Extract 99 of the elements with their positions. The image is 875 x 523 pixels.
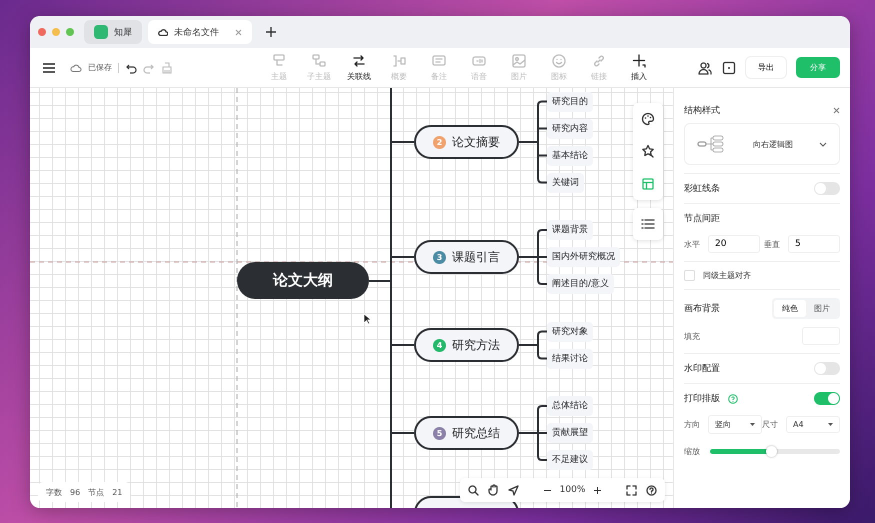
dropdown-icon [828, 423, 833, 426]
node-count: 21 [112, 488, 122, 496]
export-button[interactable]: 导出 [746, 57, 786, 78]
relation-line-icon [351, 53, 367, 69]
toggle-switch[interactable] [814, 182, 840, 195]
app-logo-icon [94, 25, 108, 39]
zoom-level: 100% [560, 485, 586, 495]
segment-option[interactable]: 图片 [806, 300, 838, 317]
toolbar-button[interactable]: 关联线 [342, 53, 376, 82]
dropdown-icon [750, 423, 755, 426]
subtopic-node[interactable]: 课题背景 [547, 220, 593, 240]
scale-slider[interactable] [710, 449, 840, 454]
field-label: 尺寸 [762, 419, 778, 430]
search-icon[interactable] [468, 484, 479, 496]
bracket-connector [518, 229, 548, 285]
fullscreen-icon[interactable] [626, 484, 638, 496]
summary-icon [391, 53, 407, 69]
panel-title: 结构样式 [684, 104, 720, 117]
toggle-switch[interactable] [814, 362, 840, 375]
present-icon[interactable] [722, 60, 736, 74]
subtopic-node[interactable]: 国内外研究概况 [547, 247, 620, 267]
tab-label: 未命名文件 [174, 26, 219, 38]
menu-icon[interactable] [42, 62, 56, 74]
topic-node[interactable]: 3 课题引言 [414, 240, 519, 274]
horizontal-spacing-field[interactable]: 20 [708, 235, 760, 253]
help-icon[interactable] [646, 484, 658, 496]
topic-node[interactable]: 2 论文摘要 [414, 125, 519, 159]
topic-node[interactable]: 5 研究总结 [414, 416, 519, 450]
root-node[interactable]: 论文大纲 [237, 262, 369, 299]
subtopic-node[interactable]: 总体结论 [547, 396, 593, 416]
field-label: 填充 [684, 330, 700, 342]
tab[interactable]: 知犀 [84, 20, 142, 44]
cloud-icon [70, 62, 82, 72]
connector-line [391, 141, 414, 143]
subtopic-node[interactable]: 贡献展望 [547, 423, 593, 443]
cloud-icon [158, 28, 168, 36]
zoom-in-icon[interactable] [594, 486, 602, 494]
connector-line [391, 256, 414, 258]
number-badge: 5 [433, 426, 446, 440]
checkbox[interactable] [684, 270, 695, 281]
link-icon [591, 53, 607, 69]
connector-line [391, 344, 414, 346]
size-select[interactable]: A4 [786, 416, 840, 433]
number-badge: 3 [433, 250, 446, 264]
image-icon [511, 53, 527, 69]
subtopic-node[interactable]: 研究目的 [547, 92, 593, 112]
field-label: 水平 [684, 238, 700, 250]
plus-icon [631, 53, 647, 69]
number-badge: 2 [433, 136, 446, 148]
pointer-icon[interactable] [508, 484, 519, 496]
section-heading: 节点间距 [684, 212, 721, 225]
word-count: 96 [70, 488, 80, 496]
tab-label: 知犀 [114, 26, 132, 38]
subtopic-node[interactable]: 研究对象 [547, 322, 593, 342]
toggle-switch[interactable] [814, 392, 840, 405]
slider-thumb[interactable] [766, 446, 778, 457]
outline-button[interactable] [633, 208, 663, 240]
list-icon [641, 218, 655, 230]
field-label: 缩放 [684, 446, 700, 457]
save-status: 已保存 [88, 62, 112, 73]
hand-icon[interactable] [488, 484, 499, 496]
number-badge: 4 [433, 338, 446, 352]
undo-icon[interactable] [125, 62, 137, 74]
section-heading: 画布背景 [684, 302, 720, 315]
new-tab-icon[interactable] [266, 27, 276, 37]
field-label: 垂直 [764, 238, 780, 250]
connector-line [391, 432, 414, 434]
bracket-connector [518, 405, 548, 461]
checkbox-label: 同级主题对齐 [703, 270, 751, 281]
setting-label: 水印配置 [684, 362, 720, 375]
subtopic-node[interactable]: 关键词 [547, 172, 584, 192]
setting-label: 打印排版 [684, 392, 720, 405]
orientation-select[interactable]: 竖向 [708, 415, 762, 434]
cursor-icon [363, 313, 371, 325]
tab[interactable]: 未命名文件 [148, 20, 252, 44]
subtopic-node[interactable]: 结果讨论 [547, 348, 593, 368]
vertical-spacing-field[interactable]: 5 [788, 235, 840, 253]
structure-select[interactable]: 向右逻辑图 [684, 123, 840, 165]
toolbar-button[interactable]: 插入 [622, 53, 656, 82]
connector-line [369, 280, 391, 282]
word-count-label: 字数 [46, 486, 62, 498]
topic-node[interactable]: 4 研究方法 [414, 328, 519, 362]
segment-option[interactable]: 纯色 [774, 300, 806, 317]
emoji-icon [551, 53, 567, 69]
people-icon[interactable] [698, 60, 712, 74]
subtopic-icon [311, 53, 327, 69]
subtopic-node[interactable]: 阐述目的/意义 [547, 274, 614, 294]
bracket-connector [518, 330, 548, 360]
subtopic-node[interactable]: 研究内容 [547, 118, 593, 138]
setting-label: 彩虹线条 [684, 182, 720, 195]
close-icon[interactable] [235, 28, 242, 36]
node-count-label: 节点 [88, 486, 104, 498]
close-icon[interactable] [833, 107, 840, 114]
chevron-down-icon [819, 142, 827, 146]
subtopic-node[interactable]: 基本结论 [547, 146, 593, 166]
palette-icon[interactable] [641, 112, 655, 126]
subtopic-node[interactable]: 不足建议 [547, 450, 593, 470]
star-icon[interactable] [641, 144, 655, 158]
field-label: 方向 [684, 419, 700, 430]
